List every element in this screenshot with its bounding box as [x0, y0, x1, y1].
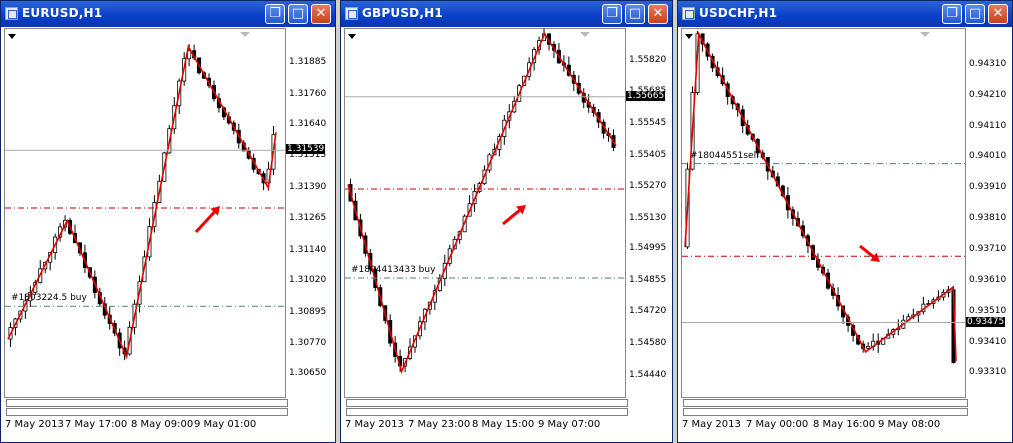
- price-tick-label: 1.54580: [629, 338, 667, 349]
- chart-plot-area[interactable]: [681, 28, 966, 398]
- price-tick-label: 0.93310: [969, 367, 1007, 378]
- price-tick-label: 1.55270: [629, 180, 667, 191]
- date-tick-label: 8 May 16:00: [813, 419, 876, 430]
- price-tick-label: 1.31760: [289, 88, 327, 99]
- date-tick-label: 8 May 09:00: [131, 419, 194, 430]
- window-title: USDCHF,H1: [699, 6, 778, 20]
- chart-scrollbar[interactable]: [683, 408, 968, 416]
- price-tick-label: 1.54995: [629, 243, 667, 254]
- price-tick-label: 0.93910: [969, 182, 1007, 193]
- date-tick-label: 9 May 08:00: [878, 419, 941, 430]
- chart-scrollbar[interactable]: [6, 408, 288, 416]
- maximize-button[interactable]: □: [625, 4, 645, 24]
- close-button[interactable]: ✕: [988, 4, 1008, 24]
- window-title: EURUSD,H1: [22, 6, 103, 20]
- price-tick-label: 1.54440: [629, 370, 667, 381]
- price-tick-label: 0.93810: [969, 213, 1007, 224]
- date-tick-label: 9 May 07:00: [538, 419, 601, 430]
- window-icon: [682, 7, 695, 20]
- current-price-tag: 1.31539: [286, 144, 326, 155]
- date-tick-label: 7 May 2013: [345, 419, 404, 430]
- price-tick-label: 1.54720: [629, 306, 667, 317]
- close-button[interactable]: ✕: [311, 4, 331, 24]
- date-tick-label: 7 May 23:00: [408, 419, 471, 430]
- price-tick-label: 0.94010: [969, 151, 1007, 162]
- date-tick-label: 7 May 00:00: [746, 419, 809, 430]
- price-tick-label: 1.55405: [629, 149, 667, 160]
- price-tick-label: 0.93610: [969, 274, 1007, 285]
- price-tick-label: 1.30650: [289, 368, 327, 379]
- chart-scrollbar[interactable]: [683, 399, 968, 407]
- date-tick-label: 8 May 15:00: [472, 419, 535, 430]
- window-titlebar[interactable]: EURUSD,H1 ❐ □ ✕: [1, 1, 335, 27]
- restore-button[interactable]: ❐: [602, 4, 622, 24]
- price-tick-label: 0.94310: [969, 58, 1007, 69]
- order-label: #18044551sell: [690, 150, 759, 161]
- date-tick-label: 7 May 17:00: [65, 419, 128, 430]
- chart-scrollbar[interactable]: [346, 408, 628, 416]
- window-title: GBPUSD,H1: [362, 6, 443, 20]
- maximize-button[interactable]: □: [965, 4, 985, 24]
- date-tick-label: 7 May 2013: [5, 419, 64, 430]
- close-button[interactable]: ✕: [648, 4, 668, 24]
- chart-plot-area[interactable]: [4, 28, 286, 398]
- gbpusd-chart-window[interactable]: GBPUSD,H1 ❐ □ ✕ #1804413433 buy 1.55820 1.…: [340, 0, 673, 443]
- window-titlebar[interactable]: USDCHF,H1 ❐ □ ✕: [678, 1, 1012, 27]
- price-tick-label: 1.31020: [289, 275, 327, 286]
- price-tick-label: 1.31885: [289, 56, 327, 67]
- price-tick-label: 1.55545: [629, 118, 667, 129]
- current-price-tag: 1.55665: [626, 90, 666, 101]
- price-tick-label: 1.55820: [629, 55, 667, 66]
- price-tick-label: 1.54855: [629, 275, 667, 286]
- candle-body: [866, 346, 871, 349]
- restore-button[interactable]: ❐: [265, 4, 285, 24]
- current-price-tag: 0.93475: [966, 316, 1006, 327]
- price-tick-label: 0.94110: [969, 120, 1007, 131]
- price-tick-label: 1.30770: [289, 338, 327, 349]
- chart-plot-area[interactable]: [344, 28, 626, 398]
- price-tick-label: 1.31640: [289, 118, 327, 129]
- price-tick-label: 1.31140: [289, 244, 327, 255]
- price-tick-label: 0.93510: [969, 305, 1007, 316]
- chart-scrollbar[interactable]: [346, 399, 628, 407]
- eurusd-chart-window[interactable]: EURUSD,H1 ❐ □ ✕ #1803224.5 buy 1.31885 1.3…: [0, 0, 336, 443]
- window-titlebar[interactable]: GBPUSD,H1 ❐ □ ✕: [341, 1, 672, 27]
- price-tick-label: 0.94210: [969, 89, 1007, 100]
- price-tick-label: 0.93710: [969, 244, 1007, 255]
- order-label: #1803224.5 buy: [11, 293, 87, 304]
- window-icon: [345, 7, 358, 20]
- price-tick-label: 1.31390: [289, 181, 327, 192]
- price-tick-label: 1.30895: [289, 306, 327, 317]
- maximize-button[interactable]: □: [288, 4, 308, 24]
- restore-button[interactable]: ❐: [942, 4, 962, 24]
- order-label: #1804413433 buy: [351, 264, 436, 275]
- price-tick-label: 1.31265: [289, 213, 327, 224]
- usdchf-chart-window[interactable]: USDCHF,H1 ❐ □ ✕ #18044551sell 0.94310 0.94…: [677, 0, 1013, 443]
- chart-scrollbar[interactable]: [6, 399, 288, 407]
- price-tick-label: 1.55130: [629, 212, 667, 223]
- date-tick-label: 9 May 01:00: [194, 419, 257, 430]
- price-tick-label: 0.93410: [969, 336, 1007, 347]
- window-icon: [5, 7, 18, 20]
- date-tick-label: 7 May 2013: [682, 419, 741, 430]
